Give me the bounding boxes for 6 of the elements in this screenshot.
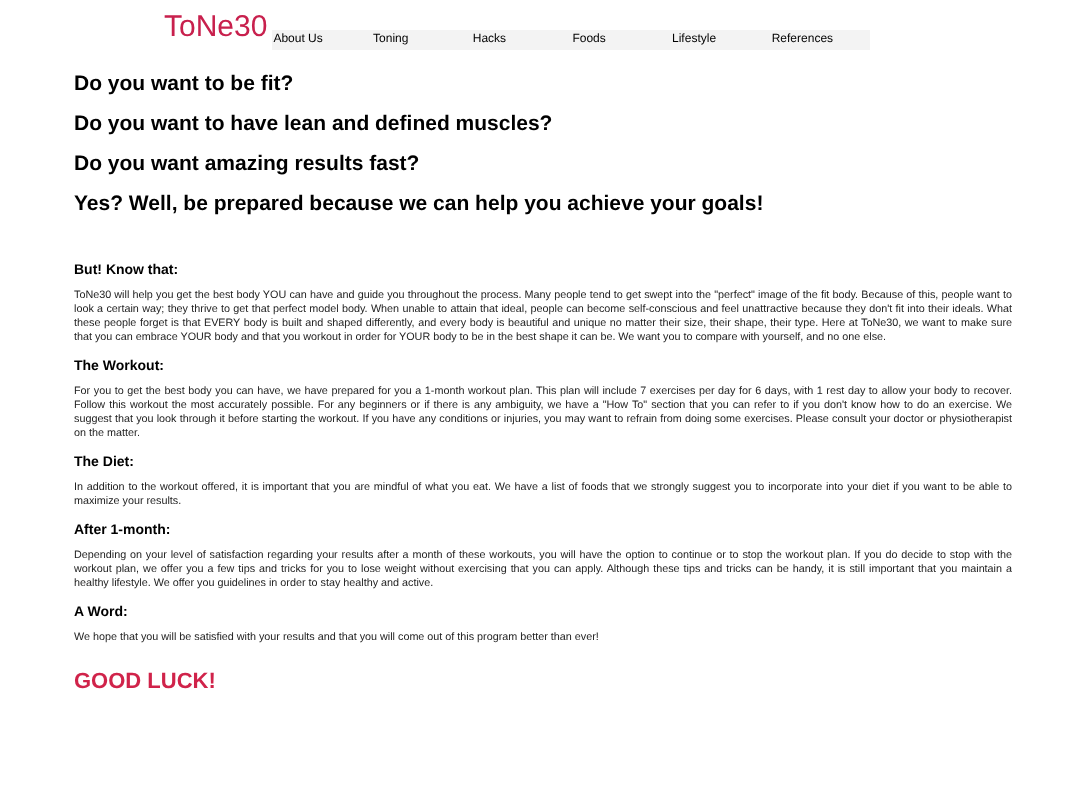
headline: Do you want to be fit? [74,72,296,98]
closing-message: GOOD LUCK! [72,668,218,698]
headline: Yes? Well, be prepared because we can help you achieve your goals! [74,192,766,218]
headline: Do you want to have lean and defined muscles? [74,112,555,138]
site-logo[interactable]: ToNe30 [164,10,268,44]
headline: Do you want amazing results fast? [74,152,422,178]
